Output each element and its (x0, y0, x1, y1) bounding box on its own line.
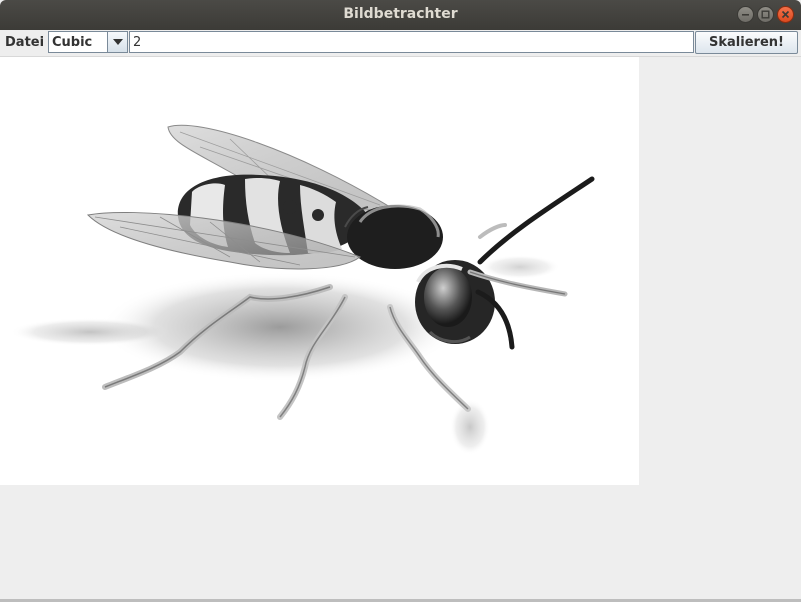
menu-bar: Datei Cubic Skalieren! (0, 30, 801, 57)
app-window: Bildbetrachter Datei Cubic Skalieren! (0, 0, 801, 602)
dropdown-arrow-button[interactable] (107, 32, 127, 52)
chevron-down-icon (112, 39, 123, 45)
maximize-icon[interactable] (757, 6, 774, 23)
interpolation-select-value: Cubic (52, 35, 93, 50)
window-title: Bildbetrachter (343, 6, 458, 22)
menu-datei[interactable]: Datei (5, 35, 44, 50)
interpolation-select[interactable]: Cubic (48, 31, 128, 53)
scale-button[interactable]: Skalieren! (695, 31, 798, 54)
wasp-image (10, 124, 595, 455)
scale-factor-input[interactable] (129, 31, 694, 53)
close-icon[interactable] (777, 6, 794, 23)
minimize-icon[interactable] (737, 6, 754, 23)
title-bar[interactable]: Bildbetrachter (0, 0, 801, 30)
image-display-area (0, 57, 639, 485)
